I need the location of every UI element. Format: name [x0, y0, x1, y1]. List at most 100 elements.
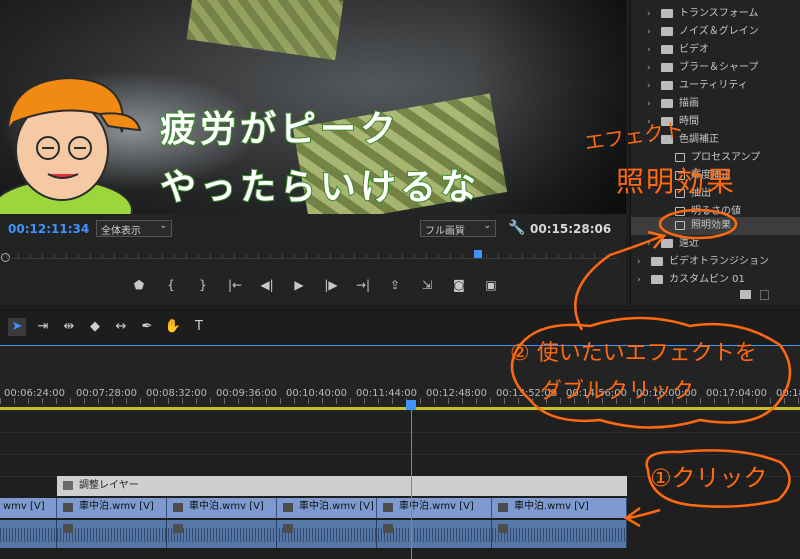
trash-icon[interactable]	[760, 290, 769, 300]
effect-icon	[675, 221, 685, 230]
chevron-right-icon: ›	[647, 239, 651, 249]
step-back-icon[interactable]: ◀|	[258, 276, 276, 294]
folder-icon	[651, 275, 663, 284]
folder-icon	[661, 81, 673, 90]
playback-quality-select[interactable]: フル画質 ⌄	[420, 220, 496, 237]
monitor-playhead[interactable]	[474, 250, 482, 258]
camera-icon[interactable]: ◙	[450, 276, 468, 294]
effect-folder-label: ユーティリティ	[679, 80, 748, 91]
mark-out-icon[interactable]: }	[194, 276, 212, 294]
effect-icon	[675, 207, 685, 216]
effect-folder-item[interactable]: › ビデオ	[631, 41, 800, 59]
avatar-illustration	[0, 76, 142, 214]
go-to-in-icon[interactable]: |←	[226, 276, 244, 294]
video-clip[interactable]: 車中泊.wmv [V]	[57, 498, 167, 518]
playhead-line	[411, 406, 412, 559]
effect-item-lighting-effects[interactable]: 照明効果	[631, 217, 800, 235]
audio-clip[interactable]	[0, 520, 57, 548]
video-clip[interactable]: 車中泊.wmv [V]	[167, 498, 277, 518]
effect-folder-label: ノイズ＆グレイン	[679, 26, 759, 37]
video-clip[interactable]: wmv [V]	[0, 498, 57, 518]
effect-folder-item[interactable]: › 描画	[631, 95, 800, 113]
effect-folder-item[interactable]: › ブラー＆シャープ	[631, 59, 800, 77]
compare-icon[interactable]: ▣	[482, 276, 500, 294]
chevron-right-icon: ›	[647, 99, 651, 109]
video-clip[interactable]: 車中泊.wmv [V]	[377, 498, 492, 518]
effect-folder-label: 遠近	[679, 238, 699, 249]
audio-clip[interactable]	[377, 520, 492, 548]
caption-line-2: やったらいけるな	[159, 166, 481, 209]
adjustment-layer-label: 調整レイヤー	[79, 480, 139, 491]
play-icon[interactable]: ▶	[290, 276, 308, 294]
fx-badge-icon	[63, 503, 73, 512]
folder-icon	[651, 257, 663, 266]
current-timecode[interactable]: 00:12:11:34	[8, 222, 89, 236]
track-select-tool-icon[interactable]: ⇥	[34, 318, 52, 336]
type-tool-icon[interactable]: T	[190, 318, 208, 336]
annotation-step1-text: ①クリック	[650, 464, 768, 492]
marker-icon[interactable]: ⬟	[130, 276, 148, 294]
zoom-level-value: 全体表示	[101, 226, 141, 237]
annotation-step2-text: ダブルクリック	[540, 379, 695, 404]
program-monitor: 疲労がピーク やったらいけるな 00:12:11:34 全体表示 ⌄ フル画質 …	[0, 0, 626, 305]
mark-in-icon[interactable]: {	[162, 276, 180, 294]
audio-track-a1	[0, 520, 627, 548]
chevron-right-icon: ›	[637, 275, 641, 285]
chevron-right-icon: ›	[637, 257, 641, 267]
new-bin-icon[interactable]	[740, 290, 751, 299]
clip-name: 車中泊.wmv [V]	[189, 501, 264, 512]
clip-name: 車中泊.wmv [V]	[514, 501, 589, 512]
clip-name: wmv [V]	[3, 501, 45, 512]
annotation-effect-name: 照明効果	[616, 165, 737, 198]
video-clip[interactable]: 車中泊.wmv [V]	[492, 498, 627, 518]
effect-folder-item[interactable]: › ノイズ＆グレイン	[631, 23, 800, 41]
pen-tool-icon[interactable]: ✒	[138, 318, 156, 336]
razor-tool-icon[interactable]: ◆	[86, 318, 104, 336]
slip-tool-icon[interactable]: ↔	[112, 318, 130, 336]
fx-badge-icon	[173, 503, 183, 512]
lift-icon[interactable]: ⇪	[386, 276, 404, 294]
effect-label: 照明効果	[691, 220, 731, 231]
folder-icon	[661, 63, 673, 72]
caption-line-1: 疲労がピーク	[159, 108, 401, 151]
go-to-out-icon[interactable]: →|	[354, 276, 372, 294]
audio-clip[interactable]	[167, 520, 277, 548]
wrench-icon[interactable]: 🔧	[508, 220, 525, 236]
effect-folder-label: ブラー＆シャープ	[679, 62, 759, 73]
quality-value: フル画質	[425, 226, 465, 237]
video-clip[interactable]: 車中泊.wmv [V]	[277, 498, 377, 518]
scrub-ticks	[6, 254, 618, 259]
step-forward-icon[interactable]: |▶	[322, 276, 340, 294]
adjustment-layer-clip[interactable]: 調整レイヤー	[57, 476, 627, 496]
folder-icon	[661, 239, 673, 248]
chevron-right-icon: ›	[647, 9, 651, 19]
audio-clip[interactable]	[57, 520, 167, 548]
effect-folder-label: 描画	[679, 98, 699, 109]
ripple-edit-tool-icon[interactable]: ⇹	[60, 318, 78, 336]
effect-folder-item[interactable]: › 遠近	[631, 235, 800, 253]
audio-clip[interactable]	[277, 520, 377, 548]
effect-folder-label: ビデオ	[679, 44, 709, 55]
zoom-level-select[interactable]: 全体表示 ⌄	[96, 220, 172, 237]
monitor-info-bar: 00:12:11:34 全体表示 ⌄ フル画質 ⌄ 🔧 00:15:28:06	[0, 218, 626, 242]
effect-folder-item[interactable]: › ユーティリティ	[631, 77, 800, 95]
folder-icon	[661, 27, 673, 36]
effect-folder-item[interactable]: › カスタムビン 01	[631, 271, 800, 289]
chevron-right-icon: ›	[647, 63, 651, 73]
work-area-bar[interactable]	[0, 407, 800, 410]
fx-badge-icon	[63, 524, 73, 533]
hand-tool-icon[interactable]: ✋	[164, 318, 182, 336]
fx-badge-icon	[383, 503, 393, 512]
selection-tool-icon[interactable]: ➤	[8, 318, 26, 336]
fx-badge-icon	[383, 524, 393, 533]
effect-folder-label: トランスフォーム	[679, 8, 759, 19]
audio-clip[interactable]	[492, 520, 627, 548]
folder-icon	[661, 9, 673, 18]
folder-icon	[661, 99, 673, 108]
extract-icon[interactable]: ⇲	[418, 276, 436, 294]
effect-folder-item[interactable]: › トランスフォーム	[631, 5, 800, 23]
monitor-scrub-bar[interactable]	[0, 250, 626, 266]
duration-timecode: 00:15:28:06	[530, 222, 612, 236]
effect-folder-item[interactable]: › ビデオトランジション	[631, 253, 800, 271]
fx-badge-icon	[498, 503, 508, 512]
